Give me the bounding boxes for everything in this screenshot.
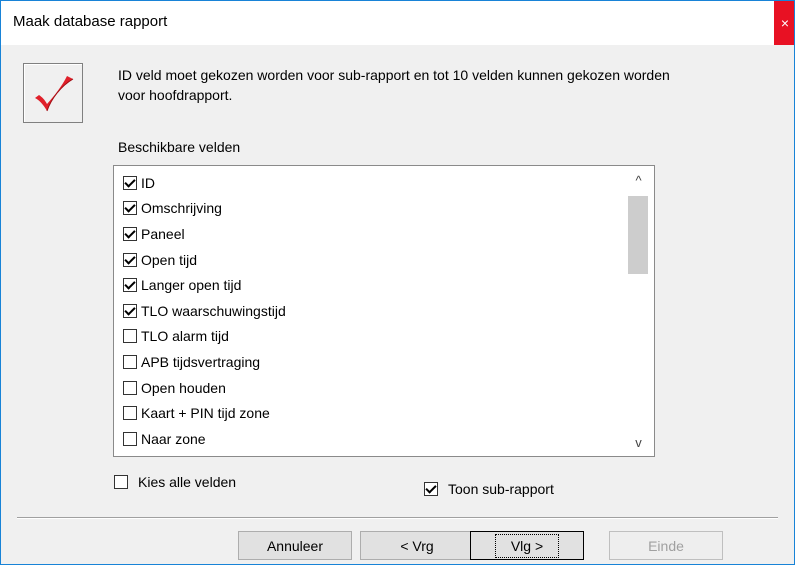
show-sub-report-box[interactable] (424, 482, 438, 496)
scroll-up-button[interactable]: ^ (623, 170, 654, 192)
finish-button-label: Einde (648, 537, 684, 554)
field-label: APB tijdsvertraging (141, 353, 261, 370)
field-label: Naar zone (141, 430, 206, 447)
chevron-down-icon: v (635, 435, 642, 450)
field-item[interactable]: Open houden (114, 375, 628, 401)
field-item[interactable]: APB tijdsvertraging (114, 349, 628, 375)
show-sub-report-label: Toon sub-rapport (448, 481, 554, 497)
red-checkmark-icon (23, 63, 83, 123)
scroll-thumb[interactable] (628, 196, 648, 274)
cancel-button[interactable]: Annuleer (238, 531, 352, 560)
field-item[interactable]: Langer open tijd (114, 272, 628, 298)
close-icon: × (780, 15, 790, 31)
scroll-down-button[interactable]: v (623, 432, 654, 454)
divider (17, 517, 778, 519)
title-bar: Maak database rapport × (1, 1, 794, 45)
field-checkbox[interactable] (123, 354, 137, 369)
available-fields-label: Beschikbare velden (118, 139, 241, 155)
field-checkbox[interactable] (123, 329, 137, 344)
field-item[interactable]: Paneel (114, 221, 628, 247)
select-all-box[interactable] (114, 475, 128, 489)
field-list: ID Omschrijving Paneel Open tijd Langer open… (114, 170, 628, 452)
instruction-text: ID veld moet gekozen worden voor sub-rap… (118, 67, 670, 103)
chevron-up-icon: ^ (635, 173, 642, 188)
field-label: Kaart + PIN tijd zone (141, 405, 270, 422)
select-all-label: Kies alle velden (138, 474, 237, 490)
dialog-window: Maak database rapport × ID veld moet gek… (0, 0, 795, 565)
back-button-label: < Vrg (400, 537, 434, 554)
field-label: Omschrijving (141, 200, 222, 217)
cancel-button-label: Annuleer (266, 537, 324, 554)
field-checkbox[interactable] (123, 278, 137, 293)
back-button[interactable]: < Vrg (360, 531, 474, 560)
field-label: ID (141, 174, 155, 191)
window-title: Maak database rapport (13, 13, 168, 30)
field-label: Langer open tijd (141, 277, 242, 294)
field-label: TLO waarschuwingstijd (141, 302, 286, 319)
field-label: Open houden (141, 379, 226, 396)
next-button-label: Vlg > (494, 533, 560, 558)
field-checkbox[interactable] (123, 252, 137, 267)
show-sub-report-checkbox[interactable]: Toon sub-rapport (424, 481, 554, 497)
field-item[interactable]: TLO alarm tijd (114, 324, 628, 350)
available-fields-listbox[interactable]: ID Omschrijving Paneel Open tijd Langer open… (113, 165, 655, 457)
field-item[interactable]: Omschrijving (114, 196, 628, 222)
field-checkbox[interactable] (123, 226, 137, 241)
field-label: TLO alarm tijd (141, 328, 229, 345)
field-checkbox[interactable] (123, 406, 137, 421)
field-checkbox[interactable] (123, 175, 137, 190)
field-label: Open tijd (141, 251, 198, 268)
close-button[interactable]: × (774, 1, 794, 45)
field-item[interactable]: TLO waarschuwingstijd (114, 298, 628, 324)
next-button[interactable]: Vlg > (470, 531, 584, 560)
field-item[interactable]: Naar zone (114, 426, 628, 452)
listbox-scrollbar[interactable]: ^ v (623, 166, 654, 456)
field-item[interactable]: Open tijd (114, 247, 628, 273)
field-checkbox[interactable] (123, 303, 137, 318)
field-checkbox[interactable] (123, 431, 137, 446)
field-item[interactable]: Kaart + PIN tijd zone (114, 400, 628, 426)
select-all-checkbox[interactable]: Kies alle velden (114, 474, 236, 490)
finish-button: Einde (609, 531, 723, 560)
field-label: Paneel (141, 225, 185, 242)
field-checkbox[interactable] (123, 201, 137, 216)
field-checkbox[interactable] (123, 380, 137, 395)
field-item[interactable]: ID (114, 170, 628, 196)
